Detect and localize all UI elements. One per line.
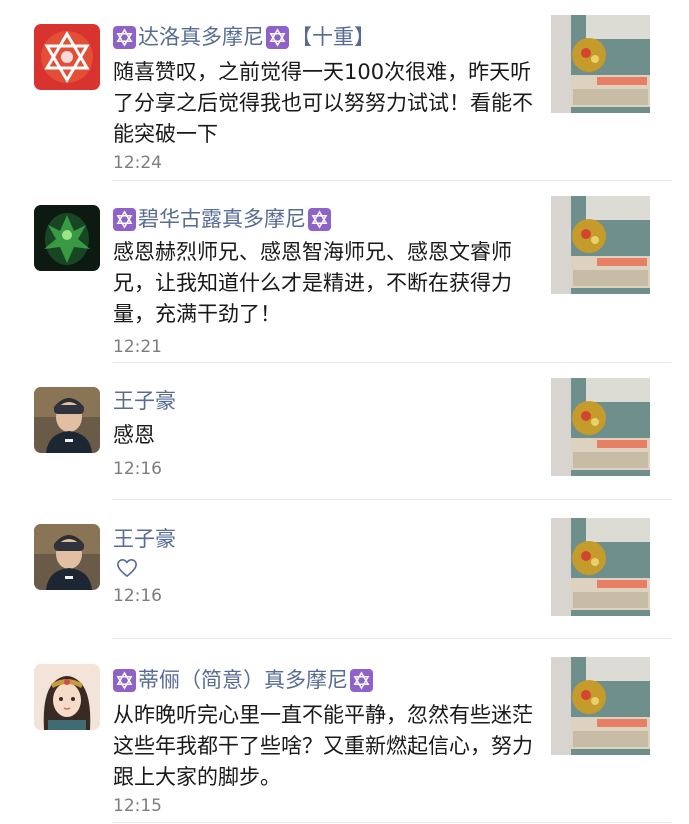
list-item[interactable]: 达洛真多摩尼 【十重】 随喜赞叹，之前觉得一天100次很难，昨天听了分享之后觉得… xyxy=(0,0,689,180)
comment-author[interactable]: 碧华古露真多摩尼 xyxy=(113,205,331,233)
author-name: 碧华古露真多摩尼 xyxy=(138,207,306,231)
author-name: 王子豪 xyxy=(113,527,176,551)
comment-time: 12:16 xyxy=(113,459,162,479)
comment-list: 达洛真多摩尼 【十重】 随喜赞叹，之前觉得一天100次很难，昨天听了分享之后觉得… xyxy=(0,0,689,824)
comment-text: 感恩赫烈师兄、感恩智海师兄、感恩文睿师兄，让我知道什么才是精进，不断在获得力量，… xyxy=(113,240,512,326)
list-item[interactable]: 王子豪 感恩 12:16 xyxy=(0,363,689,499)
post-thumbnail[interactable] xyxy=(551,518,650,616)
comment-time: 12:16 xyxy=(113,586,162,606)
heart-outline-icon xyxy=(117,559,137,577)
comment-text: 从昨晚听完心里一直不能平静，忽然有些迷茫这些年我都干了些啥？又重新燃起信心，努力… xyxy=(113,703,533,789)
avatar[interactable] xyxy=(34,205,100,271)
star-badge-icon xyxy=(113,668,136,692)
list-item[interactable]: 王子豪 12:16 xyxy=(0,500,689,638)
comment-text: 随喜赞叹，之前觉得一天100次很难，昨天听了分享之后觉得我也可以努努力试试！看能… xyxy=(113,60,533,146)
post-thumbnail[interactable] xyxy=(551,378,650,476)
comment-text: 感恩 xyxy=(113,423,155,447)
list-item[interactable]: 蒂俪（简意）真多摩尼 从昨晚听完心里一直不能平静，忽然有些迷茫这些年我都干了些啥… xyxy=(0,639,689,824)
comment-author[interactable]: 达洛真多摩尼 【十重】 xyxy=(113,23,375,51)
comment-time: 12:21 xyxy=(113,337,162,357)
comment-author[interactable]: 王子豪 xyxy=(113,387,176,415)
post-thumbnail[interactable] xyxy=(551,196,650,294)
post-thumbnail[interactable] xyxy=(551,657,650,755)
post-thumbnail[interactable] xyxy=(551,15,650,113)
star-badge-icon xyxy=(113,25,136,49)
star-badge-icon xyxy=(266,25,289,49)
author-name: 王子豪 xyxy=(113,389,176,413)
author-name: 蒂俪（简意）真多摩尼 xyxy=(138,668,348,692)
comment-time: 12:15 xyxy=(113,796,162,816)
list-item[interactable]: 碧华古露真多摩尼 感恩赫烈师兄、感恩智海师兄、感恩文睿师兄，让我知道什么才是精进… xyxy=(0,181,689,362)
author-name: 达洛真多摩尼 xyxy=(138,25,264,49)
avatar[interactable] xyxy=(34,387,100,453)
comment-author[interactable]: 王子豪 xyxy=(113,525,176,553)
star-badge-icon xyxy=(308,207,331,231)
comment-time: 12:24 xyxy=(113,153,162,173)
star-badge-icon xyxy=(350,668,373,692)
divider xyxy=(113,822,671,823)
star-badge-icon xyxy=(113,207,136,231)
avatar[interactable] xyxy=(34,664,100,730)
comment-author[interactable]: 蒂俪（简意）真多摩尼 xyxy=(113,666,373,694)
avatar[interactable] xyxy=(34,24,100,90)
author-name-suffix: 【十重】 xyxy=(291,25,375,49)
avatar[interactable] xyxy=(34,524,100,590)
